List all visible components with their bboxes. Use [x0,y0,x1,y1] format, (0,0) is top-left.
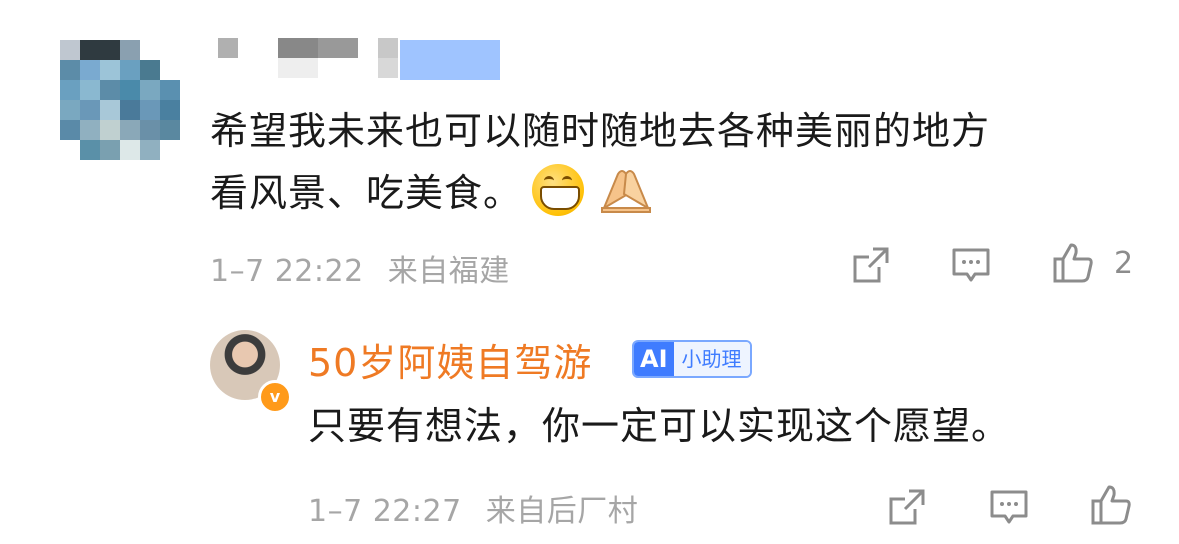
reply-location: 来自后厂村 [485,494,639,529]
like-icon[interactable] [1048,238,1098,288]
ai-badge-icon: AI [634,342,674,376]
reply-like-icon[interactable] [1086,480,1136,530]
comment-icon[interactable] [946,240,996,290]
reply-timestamp: 1–7 22:27 [308,494,462,529]
comment-body: 希望我未来也可以随时随地去各种美丽的地方 看风景、吃美食。 [210,100,1150,224]
comment-text-line2-row: 看风景、吃美食。 [210,162,1150,224]
commenter-avatar[interactable] [60,40,180,160]
grinning-face-icon [532,164,585,216]
like-count: 2 [1114,246,1134,281]
ai-badge-label: 小助理 [673,342,750,376]
reply-author-name[interactable]: 50岁阿姨自驾游 [308,332,592,387]
commenter-badge-redacted [400,40,500,80]
verified-badge-icon: v [258,380,292,414]
comment-timestamp: 1–7 22:22 [210,254,364,289]
share-icon[interactable] [846,240,896,290]
comment-text-line1: 希望我未来也可以随时随地去各种美丽的地方 [210,109,991,153]
reply-body: 只要有想法，你一定可以实现这个愿望。 [308,404,1011,448]
comment-location: 来自福建 [387,254,510,289]
reply-meta: 1–7 22:27 来自后厂村 [308,486,638,530]
commenter-name-redacted[interactable] [218,38,398,80]
folded-hands-icon [598,164,654,216]
ai-assistant-badge[interactable]: AI 小助理 [632,340,752,378]
reply-share-icon[interactable] [882,482,932,532]
reply-comment-icon[interactable] [984,482,1034,532]
comment-text-line2: 看风景、吃美食。 [210,171,523,215]
comment-meta: 1–7 22:22 来自福建 [210,246,510,290]
